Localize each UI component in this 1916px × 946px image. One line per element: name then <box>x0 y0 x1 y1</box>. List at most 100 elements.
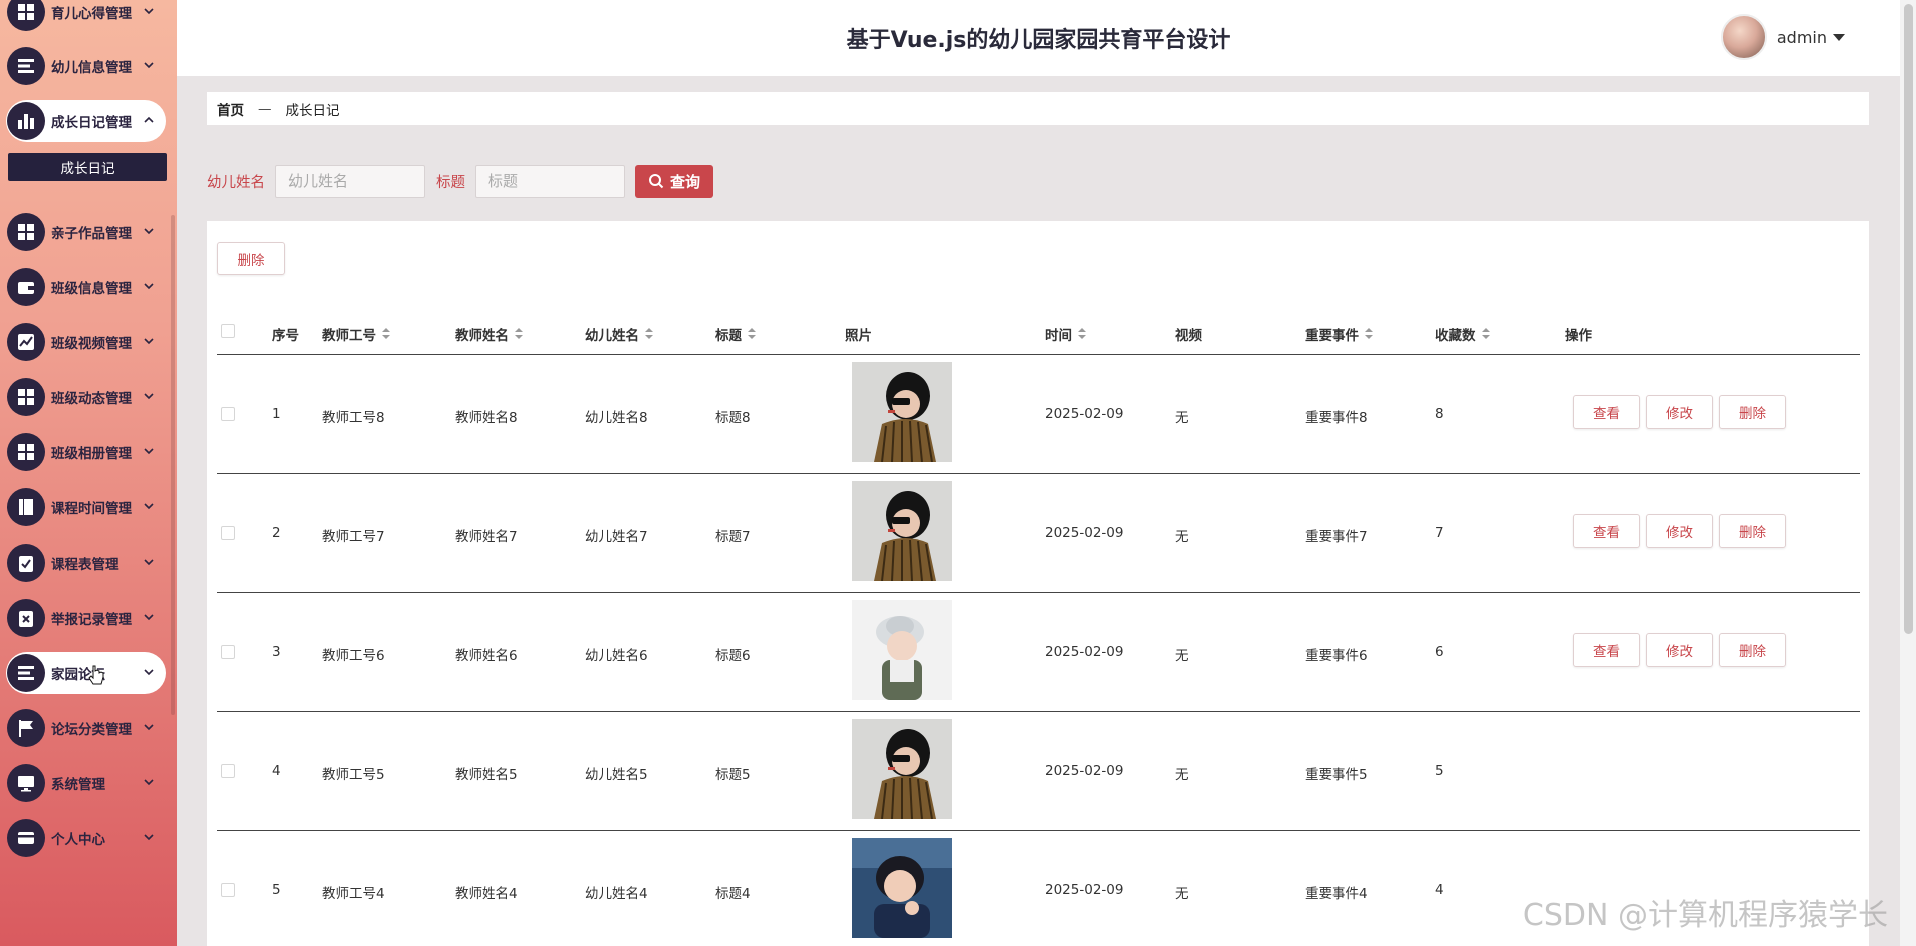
row-checkbox[interactable] <box>221 407 235 421</box>
card-icon <box>7 819 45 857</box>
edit-button[interactable]: 修改 <box>1646 633 1713 667</box>
edit-button[interactable]: 修改 <box>1646 514 1713 548</box>
view-button[interactable]: 查看 <box>1573 633 1640 667</box>
table-header: 序号 教师工号 教师姓名 幼儿姓名 标题 照片 时间 视频 重要事件 收藏数 操… <box>217 307 1860 355</box>
username[interactable]: admin <box>1777 28 1827 47</box>
sidebar-item-4[interactable]: 班级信息管理 <box>6 266 166 308</box>
breadcrumb-current: 成长日记 <box>285 102 340 119</box>
sidebar-item-0[interactable]: 育儿心得管理 <box>6 0 166 33</box>
cell-teacher-no: 教师工号8 <box>322 410 385 426</box>
row-actions: 查看 修改 删除 <box>1573 633 1792 667</box>
cell-event: 重要事件4 <box>1305 886 1368 902</box>
sidebar-item-7[interactable]: 班级相册管理 <box>6 431 166 473</box>
sidebar-item-label: 班级动态管理 <box>51 391 132 407</box>
sidebar-item-6[interactable]: 班级动态管理 <box>6 376 166 418</box>
photo-thumbnail[interactable] <box>852 838 952 938</box>
sidebar-item-9[interactable]: 课程表管理 <box>6 542 166 584</box>
bulk-delete-button[interactable]: 删除 <box>217 242 285 275</box>
search-button[interactable]: 查询 <box>635 164 713 198</box>
row-checkbox[interactable] <box>221 526 235 540</box>
col-child-name[interactable]: 幼儿姓名 <box>585 324 653 344</box>
row-actions: 查看 修改 删除 <box>1573 514 1792 548</box>
chevron-down-icon <box>142 334 156 348</box>
sidebar-item-14[interactable]: 个人中心 <box>6 817 166 859</box>
view-button[interactable]: 查看 <box>1573 514 1640 548</box>
title-input[interactable] <box>475 164 625 198</box>
sidebar-item-12[interactable]: 论坛分类管理 <box>6 707 166 749</box>
caret-down-icon[interactable] <box>1833 33 1845 41</box>
sort-icon <box>515 328 523 340</box>
col-favorites[interactable]: 收藏数 <box>1435 324 1490 344</box>
grid-icon <box>7 0 45 31</box>
cell-title: 标题5 <box>715 767 751 783</box>
col-photo: 照片 <box>845 328 872 344</box>
chevron-down-icon <box>142 444 156 458</box>
col-teacher-no[interactable]: 教师工号 <box>322 324 390 344</box>
col-time[interactable]: 时间 <box>1045 324 1086 344</box>
cell-time: 2025-02-09 <box>1045 882 1124 898</box>
sidebar-scrollbar[interactable] <box>171 215 175 715</box>
view-button[interactable]: 查看 <box>1573 395 1640 429</box>
sidebar-item-label: 个人中心 <box>51 832 105 848</box>
delete-button[interactable]: 删除 <box>1719 633 1786 667</box>
cell-teacher-name: 教师姓名5 <box>455 767 518 783</box>
sidebar-item-8[interactable]: 课程时间管理 <box>6 486 166 528</box>
sort-icon <box>645 328 653 340</box>
table-panel: 删除 序号 教师工号 教师姓名 幼儿姓名 标题 照片 时间 视频 重要事件 收藏… <box>207 221 1869 946</box>
edit-button[interactable]: 修改 <box>1646 395 1713 429</box>
sidebar-item-label: 课程表管理 <box>51 557 119 573</box>
delete-button[interactable]: 删除 <box>1719 395 1786 429</box>
cell-teacher-name: 教师姓名8 <box>455 410 518 426</box>
bar-chart-icon <box>7 102 45 140</box>
photo-thumbnail[interactable] <box>852 362 952 462</box>
select-all-checkbox[interactable] <box>221 324 235 338</box>
col-actions: 操作 <box>1565 328 1592 344</box>
sidebar-item-11[interactable]: 家园论坛 <box>6 652 166 694</box>
cell-teacher-name: 教师姓名7 <box>455 529 518 545</box>
sidebar-item-label: 班级相册管理 <box>51 446 132 462</box>
sidebar-item-1[interactable]: 幼儿信息管理 <box>6 45 166 87</box>
row-checkbox[interactable] <box>221 883 235 897</box>
child-name-input[interactable] <box>275 164 425 198</box>
cell-video: 无 <box>1175 410 1189 426</box>
cell-title: 标题4 <box>715 886 751 902</box>
table-row: 1 教师工号8 教师姓名8 幼儿姓名8 标题8 2025-02-09 无 重要事件8 8 查看 修改… <box>217 355 1860 474</box>
col-event[interactable]: 重要事件 <box>1305 324 1373 344</box>
table-row: 4 教师工号5 教师姓名5 幼儿姓名5 标题5 2025-02-09 无 重要事件5 5 <box>217 712 1860 831</box>
book-icon <box>7 488 45 526</box>
sidebar-item-3[interactable]: 亲子作品管理 <box>6 211 166 253</box>
list-icon <box>7 47 45 85</box>
cell-time: 2025-02-09 <box>1045 644 1124 660</box>
col-video: 视频 <box>1175 328 1202 344</box>
cell-child-name: 幼儿姓名8 <box>585 410 648 426</box>
photo-thumbnail[interactable] <box>852 719 952 819</box>
chevron-down-icon <box>142 224 156 238</box>
row-checkbox[interactable] <box>221 764 235 778</box>
clipboard-check-icon <box>7 544 45 582</box>
submenu-item-growth-diary[interactable]: 成长日记 <box>8 153 167 181</box>
sidebar-item-5[interactable]: 班级视频管理 <box>6 321 166 363</box>
clipboard-x-icon <box>7 599 45 637</box>
sidebar-item-label: 育儿心得管理 <box>51 6 132 22</box>
col-title[interactable]: 标题 <box>715 324 756 344</box>
photo-thumbnail[interactable] <box>852 481 952 581</box>
page-scrollbar[interactable] <box>1900 0 1916 946</box>
row-checkbox[interactable] <box>221 645 235 659</box>
photo-thumbnail[interactable] <box>852 600 952 700</box>
user-menu[interactable]: admin <box>1720 14 1845 60</box>
chevron-down-icon <box>142 555 156 569</box>
breadcrumb-home[interactable]: 首页 <box>217 99 244 119</box>
list-icon <box>7 654 45 692</box>
sidebar-item-10[interactable]: 举报记录管理 <box>6 597 166 639</box>
sidebar-item-label: 亲子作品管理 <box>51 226 132 242</box>
sidebar-item-13[interactable]: 系统管理 <box>6 762 166 804</box>
cell-index: 5 <box>272 882 281 898</box>
col-teacher-name[interactable]: 教师姓名 <box>455 324 523 344</box>
delete-button[interactable]: 删除 <box>1719 514 1786 548</box>
avatar[interactable] <box>1720 14 1767 60</box>
sidebar-item-label: 课程时间管理 <box>51 501 132 517</box>
sidebar-item-2[interactable]: 成长日记管理 <box>6 100 166 142</box>
top-header: 基于Vue.js的幼儿园家园共育平台设计 admin <box>177 0 1900 76</box>
flag-icon <box>7 709 45 747</box>
scrollbar-thumb[interactable] <box>1904 4 1913 634</box>
